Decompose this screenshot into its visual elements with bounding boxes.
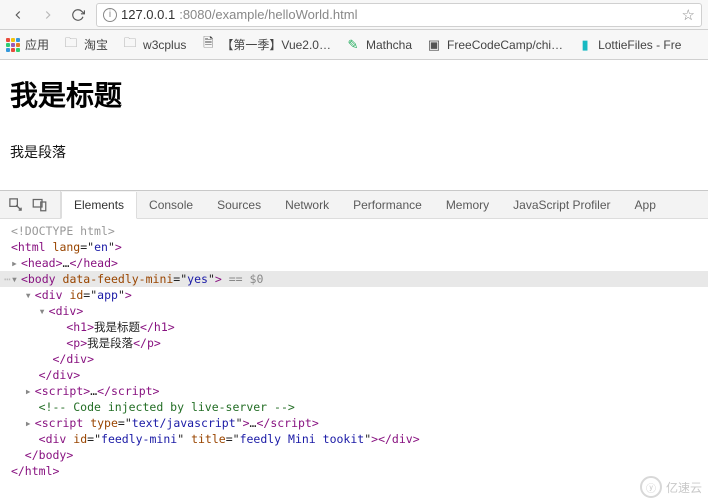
dom-line[interactable]: <div id="feedly-mini" title="feedly Mini… (0, 431, 708, 447)
bookmark-star-icon[interactable]: ☆ (682, 6, 695, 24)
page-heading: 我是标题 (10, 74, 698, 114)
bookmark-label: 淘宝 (84, 36, 108, 53)
browser-toolbar: i 127.0.0.1 :8080/example/helloWorld.html… (0, 0, 708, 30)
dom-line[interactable]: <head>…</head> (0, 255, 708, 271)
address-bar[interactable]: i 127.0.0.1 :8080/example/helloWorld.html… (96, 3, 702, 27)
tab-sources[interactable]: Sources (205, 191, 273, 218)
bookmark-label: FreeCodeCamp/chi… (447, 38, 563, 52)
bookmark-label: w3cplus (143, 38, 186, 52)
dom-line[interactable]: </body> (0, 447, 708, 463)
devtools-panel: Elements Console Sources Network Perform… (0, 190, 708, 485)
inspect-element-icon[interactable] (6, 196, 24, 214)
bookmark-label: Mathcha (366, 38, 412, 52)
bookmark-mathcha[interactable]: ✎ Mathcha (345, 37, 412, 53)
bookmark-w3cplus[interactable]: 🗀 w3cplus (122, 37, 186, 53)
folder-icon: 🗀 (122, 37, 138, 53)
dom-line[interactable]: </div> (0, 351, 708, 367)
device-toolbar-icon[interactable] (30, 196, 48, 214)
page-viewport: 我是标题 我是段落 (0, 60, 708, 190)
dom-line[interactable]: </html> (0, 463, 708, 479)
site-icon: ▣ (426, 37, 442, 53)
dom-line[interactable]: <!-- Code injected by live-server --> (0, 399, 708, 415)
watermark-text: 亿速云 (666, 479, 702, 496)
bookmark-apps[interactable]: 应用 (6, 36, 49, 53)
dom-line[interactable]: </div> (0, 367, 708, 383)
reload-button[interactable] (66, 3, 90, 27)
back-button[interactable] (6, 3, 30, 27)
site-icon: ✎ (345, 37, 361, 53)
tab-memory[interactable]: Memory (434, 191, 501, 218)
folder-icon: 🗀 (63, 37, 79, 53)
site-icon: ▮ (577, 37, 593, 53)
bookmarks-bar: 应用 🗀 淘宝 🗀 w3cplus 🗎 【第一季】Vue2.0… ✎ Mathc… (0, 30, 708, 60)
forward-button[interactable] (36, 3, 60, 27)
elements-dom-tree[interactable]: <!DOCTYPE html> <html lang="en"> <head>…… (0, 219, 708, 485)
dom-line[interactable]: <div id="app"> (0, 287, 708, 303)
dom-line[interactable]: <!DOCTYPE html> (0, 223, 708, 239)
dom-line[interactable]: <html lang="en"> (0, 239, 708, 255)
bookmark-taobao[interactable]: 🗀 淘宝 (63, 36, 108, 53)
bookmark-label: 应用 (25, 36, 49, 53)
bookmark-label: 【第一季】Vue2.0… (221, 36, 331, 53)
dom-line[interactable]: <script type="text/javascript">…</script… (0, 415, 708, 431)
watermark: ⓨ 亿速云 (640, 476, 702, 498)
dom-line[interactable]: <p>我是段落</p> (0, 335, 708, 351)
page-paragraph: 我是段落 (10, 142, 698, 162)
devtools-tabbar: Elements Console Sources Network Perform… (0, 191, 708, 219)
tab-performance[interactable]: Performance (341, 191, 434, 218)
url-host: 127.0.0.1 (121, 7, 175, 22)
bookmark-label: LottieFiles - Fre (598, 38, 681, 52)
apps-icon (6, 38, 20, 52)
page-icon: 🗎 (200, 37, 216, 53)
bookmark-fcc[interactable]: ▣ FreeCodeCamp/chi… (426, 37, 563, 53)
bookmark-lottie[interactable]: ▮ LottieFiles - Fre (577, 37, 681, 53)
tab-network[interactable]: Network (273, 191, 341, 218)
tab-elements[interactable]: Elements (61, 192, 137, 219)
url-path: :8080/example/helloWorld.html (179, 7, 357, 22)
dom-line-selected[interactable]: ⋯<body data-feedly-mini="yes"> == $0 (0, 271, 708, 287)
bookmark-vue[interactable]: 🗎 【第一季】Vue2.0… (200, 36, 331, 53)
watermark-icon: ⓨ (640, 476, 662, 498)
dom-line[interactable]: <div> (0, 303, 708, 319)
site-info-icon[interactable]: i (103, 8, 117, 22)
tab-jsprofiler[interactable]: JavaScript Profiler (501, 191, 622, 218)
tab-console[interactable]: Console (137, 191, 205, 218)
dom-line[interactable]: <script>…</script> (0, 383, 708, 399)
tab-app[interactable]: App (623, 191, 668, 218)
dom-line[interactable]: <h1>我是标题</h1> (0, 319, 708, 335)
